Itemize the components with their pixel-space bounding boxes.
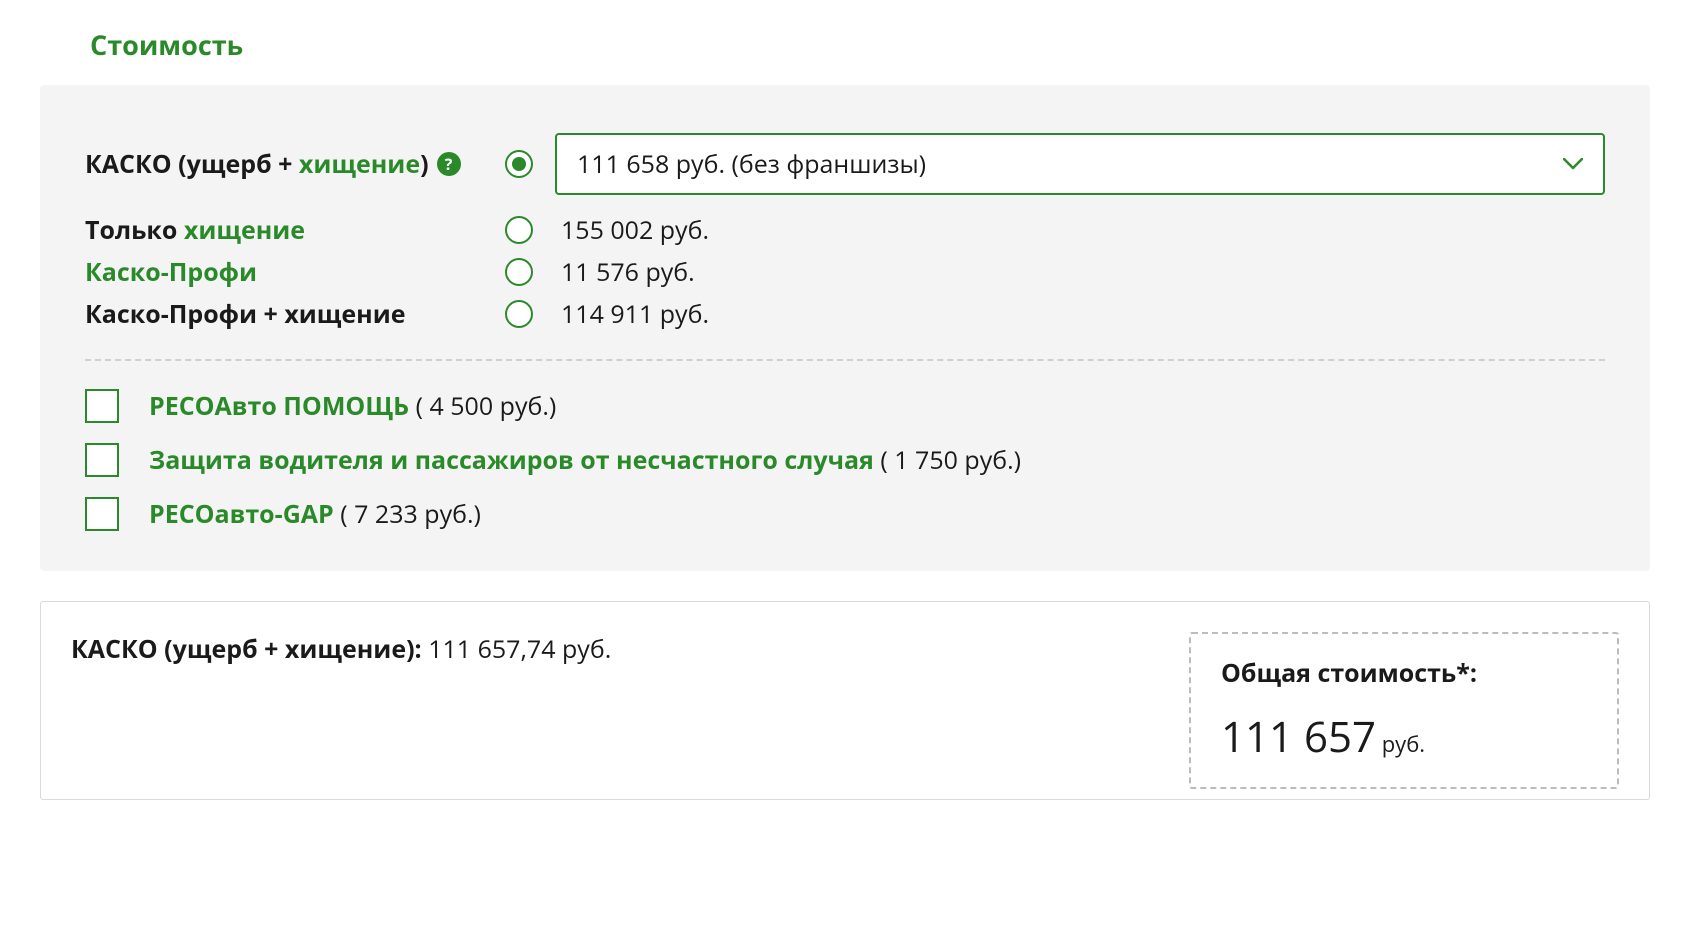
option-label-kasko-profi: Каско-Профи [85,255,505,289]
option-row-only-theft: Только хищение 155 002 руб. [85,213,1605,247]
label-highlight: хищение [184,213,305,247]
radio-only-theft[interactable] [505,216,533,244]
checkbox-reso-help[interactable] [85,389,119,423]
price-kasko-profi: 11 576 руб. [561,255,695,289]
total-value: 111 657 [1221,708,1376,765]
help-icon[interactable]: ? [437,152,461,176]
radio-kasko-profi[interactable] [505,258,533,286]
addon-row-reso-help: РЕСОАвто ПОМОЩЬ ( 4 500 руб.) [85,389,1605,423]
label-highlight: хищение [299,147,420,181]
divider [85,359,1605,361]
label-text: Каско-Профи + хищение [85,297,406,331]
addon-name: РЕСОавто-GAP [149,497,334,531]
radio-kasko-profi-theft[interactable] [505,300,533,328]
summary-line-value: 111 657,74 руб. [428,632,611,666]
total-unit: руб. [1376,729,1425,759]
option-row-kasko-profi-theft: Каско-Профи + хищение 114 911 руб. [85,297,1605,331]
radio-kasko-full[interactable] [505,150,533,178]
chevron-down-icon [1563,158,1583,170]
summary-panel: КАСКО (ущерб + хищение): 111 657,74 руб.… [40,601,1650,800]
label-text: ) [420,147,428,181]
franchise-select[interactable]: 111 658 руб. (без франшизы) [555,133,1605,195]
cost-panel: КАСКО (ущерб + хищение) ? 111 658 руб. (… [40,85,1650,571]
select-value: 111 658 руб. (без франшизы) [577,147,926,181]
addon-row-reso-gap: РЕСОавто-GAP ( 7 233 руб.) [85,497,1605,531]
price-kasko-profi-theft: 114 911 руб. [561,297,709,331]
page-title: Стоимость [0,0,1690,85]
addon-price: ( 4 500 руб.) [416,389,557,423]
total-label: Общая стоимость*: [1221,656,1572,690]
addon-price: ( 1 750 руб.) [880,443,1021,477]
summary-line-label: КАСКО (ущерб + хищение): [71,632,428,666]
addon-name: РЕСОАвто ПОМОЩЬ [149,389,409,423]
label-text: Только [85,213,184,247]
option-row-kasko-profi: Каско-Профи 11 576 руб. [85,255,1605,289]
total-box: Общая стоимость*: 111 657 руб. [1189,632,1619,789]
addon-text: РЕСОавто-GAP ( 7 233 руб.) [149,497,481,531]
summary-line: КАСКО (ущерб + хищение): 111 657,74 руб. [71,632,611,666]
addon-row-passenger-protect: Защита водителя и пассажиров от несчастн… [85,443,1605,477]
label-text: Каско-Профи [85,255,257,289]
checkbox-passenger-protect[interactable] [85,443,119,477]
price-only-theft: 155 002 руб. [561,213,709,247]
option-row-kasko-full: КАСКО (ущерб + хищение) ? 111 658 руб. (… [85,133,1605,195]
addon-text: Защита водителя и пассажиров от несчастн… [149,443,1021,477]
addon-price: ( 7 233 руб.) [340,497,481,531]
addon-text: РЕСОАвто ПОМОЩЬ ( 4 500 руб.) [149,389,556,423]
option-label-kasko-full: КАСКО (ущерб + хищение) ? [85,147,505,181]
option-label-only-theft: Только хищение [85,213,505,247]
addon-name: Защита водителя и пассажиров от несчастн… [149,443,874,477]
option-label-kasko-profi-theft: Каско-Профи + хищение [85,297,505,331]
label-text: КАСКО (ущерб + [85,147,299,181]
checkbox-reso-gap[interactable] [85,497,119,531]
